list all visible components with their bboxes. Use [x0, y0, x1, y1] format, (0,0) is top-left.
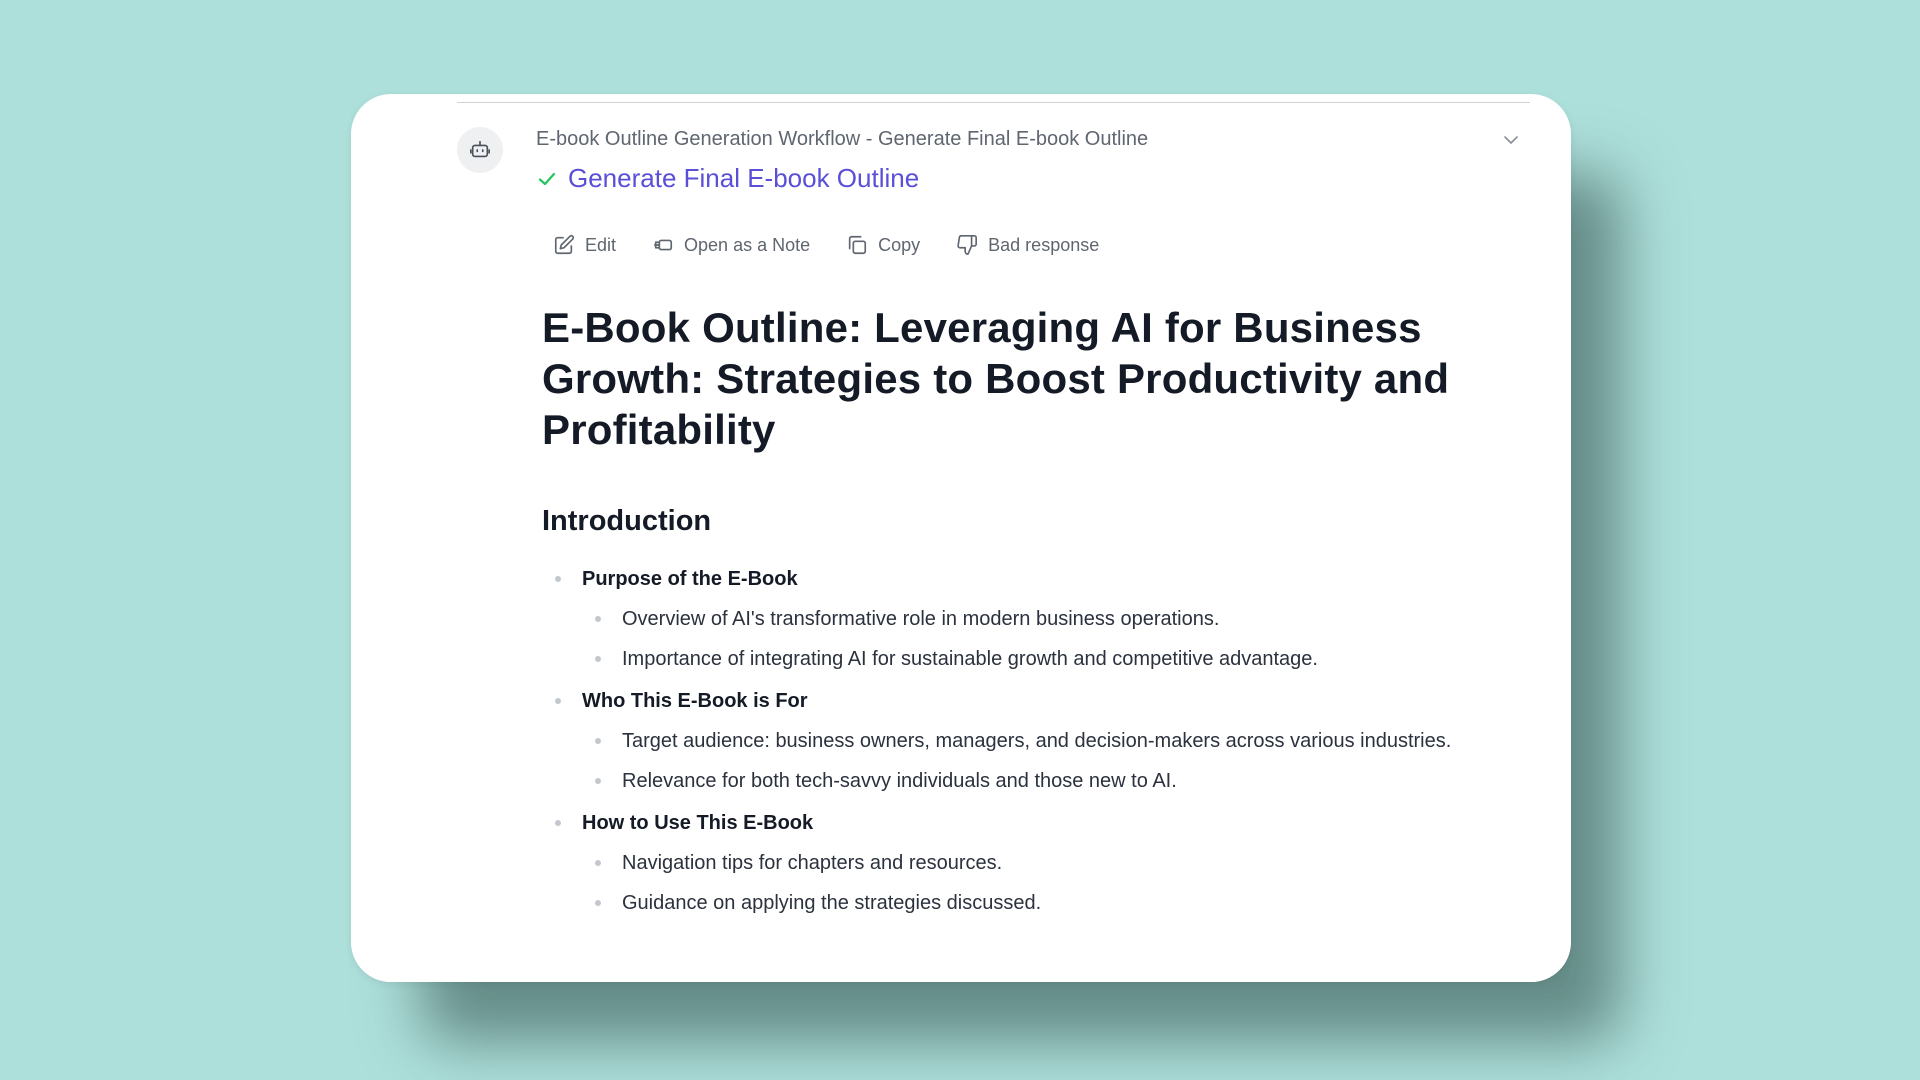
chevron-down-icon — [1504, 136, 1518, 144]
list-item-label: How to Use This E-Book — [582, 812, 814, 834]
sub-list-item: Importance of integrating AI for sustain… — [582, 646, 1532, 672]
list-item: How to Use This E-Book Navigation tips f… — [542, 810, 1532, 916]
robot-icon — [470, 140, 490, 158]
section-heading: Introduction — [542, 505, 712, 537]
step-status: Generate Final E-book Outline — [536, 163, 919, 194]
bot-avatar — [457, 127, 503, 173]
edit-icon — [554, 234, 575, 255]
sub-list: Navigation tips for chapters and resourc… — [582, 850, 1532, 916]
sub-list-item: Overview of AI's transformative role in … — [582, 606, 1532, 632]
document-title: E-Book Outline: Leveraging AI for Busine… — [542, 304, 1450, 453]
bad-response-label: Bad response — [988, 234, 1100, 255]
open-as-note-button[interactable]: Open as a Note — [652, 234, 810, 256]
outline-list: Purpose of the E-Book Overview of AI's t… — [542, 566, 1532, 916]
message-toolbar: Edit Open as a Note Copy Bad response — [553, 234, 1099, 256]
sub-list-item: Guidance on applying the strategies disc… — [582, 890, 1532, 916]
divider — [457, 102, 1530, 103]
thumbs-down-icon — [957, 235, 978, 255]
sub-list: Overview of AI's transformative role in … — [582, 606, 1532, 672]
bad-response-button[interactable]: Bad response — [956, 234, 1099, 256]
sub-list: Target audience: business owners, manage… — [582, 728, 1532, 794]
note-icon — [653, 239, 673, 251]
open-as-note-label: Open as a Note — [684, 234, 811, 255]
check-icon — [538, 172, 556, 185]
list-item: Purpose of the E-Book Overview of AI's t… — [542, 566, 1532, 672]
step-label: Generate Final E-book Outline — [568, 163, 920, 193]
copy-button[interactable]: Copy — [846, 234, 920, 256]
sub-list-item: Target audience: business owners, manage… — [582, 728, 1532, 754]
edit-label: Edit — [585, 234, 617, 255]
list-item: Who This E-Book is For Target audience: … — [542, 688, 1532, 794]
message-card: E-book Outline Generation Workflow - Gen… — [351, 94, 1571, 982]
edit-button[interactable]: Edit — [553, 234, 616, 256]
sub-list-item: Navigation tips for chapters and resourc… — [582, 850, 1532, 876]
copy-label: Copy — [878, 234, 921, 255]
workflow-title: E-book Outline Generation Workflow - Gen… — [536, 128, 1149, 150]
list-item-label: Who This E-Book is For — [582, 690, 808, 712]
copy-icon — [848, 235, 867, 255]
collapse-button[interactable] — [1501, 130, 1521, 150]
outline-document: E-Book Outline: Leveraging AI for Busine… — [542, 302, 1532, 932]
sub-list-item: Relevance for both tech-savvy individual… — [582, 768, 1532, 794]
list-item-label: Purpose of the E-Book — [582, 568, 798, 590]
